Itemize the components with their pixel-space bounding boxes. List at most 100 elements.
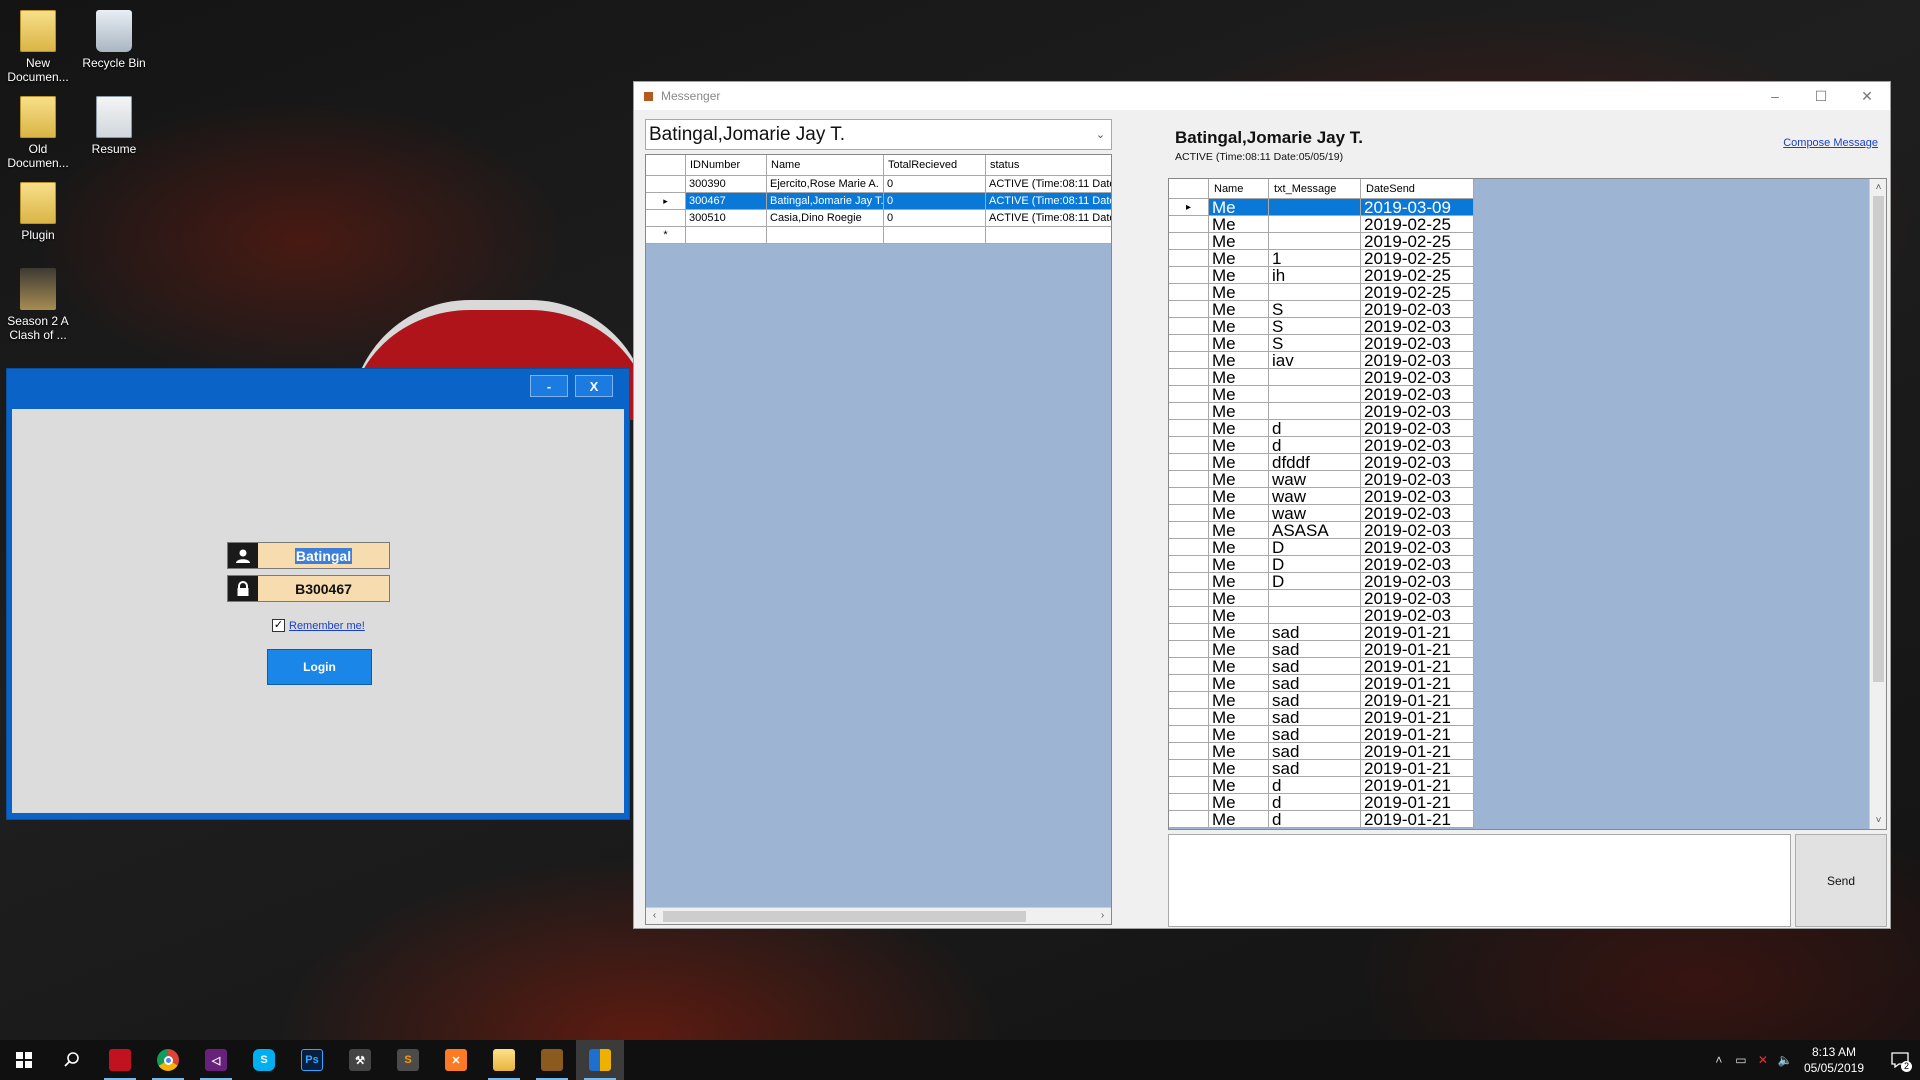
cell-txt-message[interactable]: D	[1269, 556, 1361, 573]
message-row[interactable]: Me sad 2019-01-21	[1169, 692, 1474, 709]
message-row[interactable]: Me sad 2019-01-21	[1169, 760, 1474, 777]
message-row[interactable]: Me dfddf 2019-02-03	[1169, 454, 1474, 471]
close-button[interactable]: ✕	[1844, 82, 1890, 110]
username-field[interactable]: Batingal	[227, 542, 390, 569]
cell-txt-message[interactable]	[1269, 386, 1361, 403]
message-row[interactable]: Me sad 2019-01-21	[1169, 641, 1474, 658]
column-header-name[interactable]: Name	[767, 155, 884, 176]
cell-txt-message[interactable]: d	[1269, 420, 1361, 437]
cell-name[interactable]: Me	[1209, 488, 1269, 505]
row-header-cell[interactable]	[1169, 556, 1209, 573]
cell-name[interactable]: Me	[1209, 369, 1269, 386]
message-row[interactable]: Me sad 2019-01-21	[1169, 726, 1474, 743]
volume-icon[interactable]: 🔈	[1774, 1040, 1796, 1080]
users-grid-horizontal-scrollbar[interactable]: ‹ ›	[646, 907, 1111, 924]
row-header-cell[interactable]	[1169, 488, 1209, 505]
row-header-cell[interactable]	[1169, 420, 1209, 437]
cell-idnumber[interactable]: 300467	[686, 193, 767, 210]
message-row[interactable]: Me d 2019-01-21	[1169, 777, 1474, 794]
scroll-up-icon[interactable]: ˄	[1871, 180, 1886, 195]
message-row[interactable]: Me ASASA 2019-02-03	[1169, 522, 1474, 539]
users-grid[interactable]: IDNumber Name TotalRecieved status 30039…	[645, 154, 1112, 925]
cell-name[interactable]: Me	[1209, 437, 1269, 454]
message-input[interactable]	[1168, 834, 1791, 927]
message-row-selected[interactable]: ▸ Me 2019-03-09	[1169, 199, 1474, 216]
cell-datesend[interactable]: 2019-01-21	[1361, 794, 1474, 811]
row-header-cell[interactable]	[1169, 233, 1209, 250]
password-input[interactable]	[258, 576, 389, 601]
cell-txt-message[interactable]: dfddf	[1269, 454, 1361, 471]
row-header-cell[interactable]	[1169, 624, 1209, 641]
scroll-down-icon[interactable]: ˅	[1871, 813, 1886, 828]
chevron-up-icon[interactable]: ˄	[1708, 1040, 1730, 1080]
message-row[interactable]: Me sad 2019-01-21	[1169, 658, 1474, 675]
login-minimize-button[interactable]: -	[530, 375, 568, 397]
cell-datesend[interactable]: 2019-02-03	[1361, 505, 1474, 522]
row-header-cell[interactable]	[1169, 352, 1209, 369]
cell-status[interactable]: ACTIVE (Time:08:11 Date	[986, 176, 1111, 193]
column-header-idnumber[interactable]: IDNumber	[686, 155, 767, 176]
remember-me-link[interactable]: Remember me!	[289, 620, 365, 632]
column-header-totalrecieved[interactable]: TotalRecieved	[884, 155, 986, 176]
taskbar-messenger[interactable]	[576, 1040, 624, 1080]
messages-grid-vertical-scrollbar[interactable]: ˄ ˅	[1869, 179, 1886, 829]
cell-datesend[interactable]: 2019-02-03	[1361, 352, 1474, 369]
message-row[interactable]: Me 2019-02-03	[1169, 369, 1474, 386]
cell-txt-message[interactable]	[1269, 284, 1361, 301]
cell-name[interactable]: Me	[1209, 318, 1269, 335]
row-header-cell[interactable]	[1169, 658, 1209, 675]
row-header-cell[interactable]	[1169, 675, 1209, 692]
cell-txt-message[interactable]: d	[1269, 811, 1361, 828]
row-header-cell[interactable]	[1169, 335, 1209, 352]
row-header-cell[interactable]	[1169, 760, 1209, 777]
cell-datesend[interactable]: 2019-02-03	[1361, 454, 1474, 471]
cell-name[interactable]: Me	[1209, 403, 1269, 420]
login-titlebar[interactable]: - X	[7, 369, 629, 407]
taskbar-skype[interactable]: S	[240, 1040, 288, 1080]
cell-txt-message[interactable]: 1	[1269, 250, 1361, 267]
cell-name[interactable]: Me	[1209, 522, 1269, 539]
message-row[interactable]: Me sad 2019-01-21	[1169, 709, 1474, 726]
cell-name[interactable]: Ejercito,Rose Marie A.	[767, 176, 884, 193]
cell-txt-message[interactable]: sad	[1269, 658, 1361, 675]
row-header-cell[interactable]	[1169, 692, 1209, 709]
cell-name[interactable]: Me	[1209, 777, 1269, 794]
cell-name[interactable]: Me	[1209, 471, 1269, 488]
cell-name[interactable]: Me	[1209, 709, 1269, 726]
cell-txt-message[interactable]: S	[1269, 301, 1361, 318]
row-header-cell[interactable]	[1169, 301, 1209, 318]
message-row[interactable]: Me 2019-02-03	[1169, 403, 1474, 420]
row-header-cell[interactable]	[1169, 522, 1209, 539]
message-row[interactable]: Me waw 2019-02-03	[1169, 505, 1474, 522]
cell-datesend[interactable]: 2019-02-03	[1361, 556, 1474, 573]
taskbar-xampp[interactable]: ✕	[432, 1040, 480, 1080]
row-header-cell[interactable]	[1169, 471, 1209, 488]
row-header-cell[interactable]	[1169, 369, 1209, 386]
desktop-icon-recycle-bin[interactable]: Recycle Bin	[76, 10, 152, 70]
remember-me[interactable]: ✓ Remember me!	[272, 619, 365, 632]
message-row[interactable]: Me S 2019-02-03	[1169, 335, 1474, 352]
cell-txt-message[interactable]: sad	[1269, 675, 1361, 692]
cell-txt-message[interactable]	[1269, 403, 1361, 420]
cell-txt-message[interactable]: sad	[1269, 760, 1361, 777]
row-header-cell[interactable]	[1169, 386, 1209, 403]
cell-txt-message[interactable]: sad	[1269, 692, 1361, 709]
cell-idnumber[interactable]	[686, 227, 767, 244]
cell-name[interactable]: Me	[1209, 454, 1269, 471]
cell-datesend[interactable]: 2019-01-21	[1361, 709, 1474, 726]
cell-datesend[interactable]: 2019-02-03	[1361, 607, 1474, 624]
login-button[interactable]: Login	[267, 649, 372, 685]
cell-name[interactable]: Me	[1209, 556, 1269, 573]
message-row[interactable]: Me 2019-02-25	[1169, 233, 1474, 250]
cell-name[interactable]: Me	[1209, 590, 1269, 607]
scrollbar-thumb[interactable]	[1873, 196, 1884, 682]
current-row-arrow-icon[interactable]: ▸	[1169, 199, 1209, 216]
row-header-cell[interactable]	[1169, 590, 1209, 607]
message-row[interactable]: Me waw 2019-02-03	[1169, 488, 1474, 505]
taskbar-chrome[interactable]	[144, 1040, 192, 1080]
cell-txt-message[interactable]: D	[1269, 539, 1361, 556]
cell-name[interactable]: Me	[1209, 658, 1269, 675]
message-row[interactable]: Me 2019-02-25	[1169, 284, 1474, 301]
row-header-cell[interactable]	[1169, 403, 1209, 420]
cell-txt-message[interactable]	[1269, 233, 1361, 250]
